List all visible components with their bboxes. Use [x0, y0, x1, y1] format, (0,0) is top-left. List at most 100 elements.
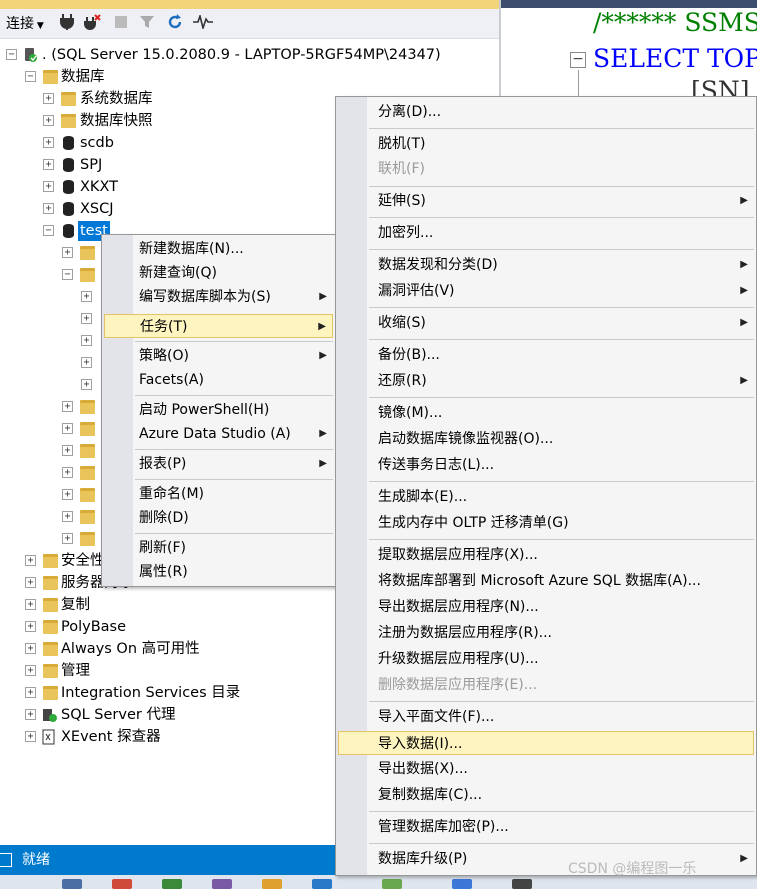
filter-icon[interactable] — [138, 14, 156, 34]
menu-item-restore[interactable]: 还原(R) ▶ — [338, 369, 754, 393]
refresh-icon[interactable] — [166, 14, 184, 34]
expand-toggle[interactable]: + — [43, 203, 54, 214]
expand-toggle[interactable]: + — [43, 159, 54, 170]
menu-item-rename[interactable]: 重命名(M) — [104, 482, 333, 506]
tree-node-test-child[interactable]: + — [0, 396, 110, 418]
expand-toggle[interactable]: + — [81, 291, 92, 302]
tree-node-test-grandchild[interactable]: + — [0, 330, 110, 352]
taskbar-app-icon[interactable] — [452, 879, 472, 889]
menu-item-start-powershell[interactable]: 启动 PowerShell(H) — [104, 398, 333, 422]
menu-item-shrink[interactable]: 收缩(S) ▶ — [338, 311, 754, 335]
expand-toggle[interactable]: + — [25, 577, 36, 588]
expand-toggle[interactable]: + — [81, 335, 92, 346]
taskbar-app-icon[interactable] — [212, 879, 232, 889]
menu-item-backup[interactable]: 备份(B)... — [338, 343, 754, 367]
taskbar-app-icon[interactable] — [512, 879, 532, 889]
taskbar-app-icon[interactable] — [382, 879, 402, 889]
tree-node-test-grandchild[interactable]: + — [0, 308, 110, 330]
menu-item-import-data[interactable]: 导入数据(I)... — [338, 731, 754, 755]
menu-item-properties[interactable]: 属性(R) — [104, 560, 333, 584]
menu-item-generate-scripts[interactable]: 生成脚本(E)... — [338, 485, 754, 509]
tree-node-server[interactable]: − . (SQL Server 15.0.2080.9 - LAPTOP-5RG… — [0, 44, 499, 66]
query-editor[interactable]: /****** SSMS − SELECT TOP ( [SN] — [500, 0, 757, 105]
expand-toggle[interactable]: + — [43, 137, 54, 148]
tree-node-test-child[interactable]: + — [0, 484, 110, 506]
menu-item-mirror-monitor[interactable]: 启动数据库镜像监视器(O)... — [338, 427, 754, 451]
tree-node-databases[interactable]: − 数据库 — [0, 66, 499, 88]
collapse-toggle[interactable]: − — [6, 49, 17, 60]
expand-toggle[interactable]: + — [62, 511, 73, 522]
collapse-toggle[interactable]: − — [62, 269, 73, 280]
tree-node-test-child[interactable]: + — [0, 506, 110, 528]
menu-item-delete[interactable]: 删除(D) — [104, 506, 333, 530]
expand-toggle[interactable]: + — [25, 687, 36, 698]
tree-node-test-child[interactable]: − — [0, 264, 110, 286]
menu-item-import-flat-file[interactable]: 导入平面文件(F)... — [338, 705, 754, 729]
taskbar-app-icon[interactable] — [262, 879, 282, 889]
expand-toggle[interactable]: + — [43, 115, 54, 126]
menu-item-detach[interactable]: 分离(D)... — [338, 100, 754, 124]
expand-toggle[interactable]: + — [62, 247, 73, 258]
collapse-toggle[interactable]: − — [25, 71, 36, 82]
menu-item-extract-data-tier[interactable]: 提取数据层应用程序(X)... — [338, 543, 754, 567]
tree-node-test-grandchild[interactable]: + — [0, 286, 110, 308]
tree-node-test-child[interactable]: + — [0, 242, 110, 264]
menu-item-deploy-to-azure[interactable]: 将数据库部署到 Microsoft Azure SQL 数据库(A)... — [338, 569, 754, 593]
menu-item-reports[interactable]: 报表(P) ▶ — [104, 452, 333, 476]
menu-item-new-database[interactable]: 新建数据库(N)... — [104, 237, 333, 261]
expand-toggle[interactable]: + — [25, 665, 36, 676]
taskbar-app-icon[interactable] — [62, 879, 82, 889]
menu-item-azure-data-studio[interactable]: Azure Data Studio (A) ▶ — [104, 422, 333, 446]
menu-item-facets[interactable]: Facets(A) — [104, 368, 333, 392]
taskbar-app-icon[interactable] — [162, 879, 182, 889]
code-collapse-toggle[interactable]: − — [570, 52, 586, 68]
menu-item-export-data-tier[interactable]: 导出数据层应用程序(N)... — [338, 595, 754, 619]
menu-item-mirror[interactable]: 镜像(M)... — [338, 401, 754, 425]
menu-item-policies[interactable]: 策略(O) ▶ — [104, 344, 333, 368]
menu-item-register-data-tier[interactable]: 注册为数据层应用程序(R)... — [338, 621, 754, 645]
tree-node-test-grandchild[interactable]: + — [0, 374, 110, 396]
menu-item-export-data[interactable]: 导出数据(X)... — [338, 757, 754, 781]
menu-item-refresh[interactable]: 刷新(F) — [104, 536, 333, 560]
expand-toggle[interactable]: + — [25, 555, 36, 566]
expand-toggle[interactable]: + — [81, 379, 92, 390]
expand-toggle[interactable]: + — [62, 423, 73, 434]
expand-toggle[interactable]: + — [25, 643, 36, 654]
expand-toggle[interactable]: + — [62, 533, 73, 544]
menu-item-upgrade-data-tier[interactable]: 升级数据层应用程序(U)... — [338, 647, 754, 671]
connect-button[interactable]: 连接 ▼ — [6, 14, 44, 34]
taskbar-app-icon[interactable] — [112, 879, 132, 889]
expand-toggle[interactable]: + — [81, 357, 92, 368]
expand-toggle[interactable]: + — [81, 313, 92, 324]
expand-toggle[interactable]: + — [25, 599, 36, 610]
menu-item-encrypt-columns[interactable]: 加密列... — [338, 221, 754, 245]
expand-toggle[interactable]: + — [43, 181, 54, 192]
menu-item-copy-database[interactable]: 复制数据库(C)... — [338, 783, 754, 807]
expand-toggle[interactable]: + — [25, 621, 36, 632]
expand-toggle[interactable]: + — [62, 401, 73, 412]
activity-monitor-icon[interactable] — [192, 13, 214, 34]
connect-plug-icon[interactable] — [58, 14, 76, 34]
tree-node-test-child[interactable]: + — [0, 528, 110, 550]
expand-toggle[interactable]: + — [43, 93, 54, 104]
menu-item-vulnerability-assessment[interactable]: 漏洞评估(V) ▶ — [338, 279, 754, 303]
tree-node-test-child[interactable]: + — [0, 440, 110, 462]
menu-item-take-offline[interactable]: 脱机(T) — [338, 132, 754, 156]
expand-toggle[interactable]: + — [62, 467, 73, 478]
menu-item-tasks[interactable]: 任务(T) ▶ — [104, 314, 333, 338]
tree-node-test-child[interactable]: + — [0, 418, 110, 440]
expand-toggle[interactable]: + — [25, 709, 36, 720]
disconnect-icon[interactable] — [84, 14, 102, 34]
menu-item-data-discovery[interactable]: 数据发现和分类(D) ▶ — [338, 253, 754, 277]
stop-icon[interactable] — [112, 14, 130, 34]
menu-item-manage-encryption[interactable]: 管理数据库加密(P)... — [338, 815, 754, 839]
collapse-toggle[interactable]: − — [43, 225, 54, 236]
expand-toggle[interactable]: + — [25, 731, 36, 742]
expand-toggle[interactable]: + — [62, 445, 73, 456]
taskbar-app-icon[interactable] — [312, 879, 332, 889]
menu-item-stretch[interactable]: 延伸(S) ▶ — [338, 189, 754, 213]
menu-item-new-query[interactable]: 新建查询(Q) — [104, 261, 333, 285]
menu-item-oltp-migration-checklist[interactable]: 生成内存中 OLTP 迁移清单(G) — [338, 511, 754, 535]
tree-node-test-grandchild[interactable]: + — [0, 352, 110, 374]
tree-node-test-child[interactable]: + — [0, 462, 110, 484]
